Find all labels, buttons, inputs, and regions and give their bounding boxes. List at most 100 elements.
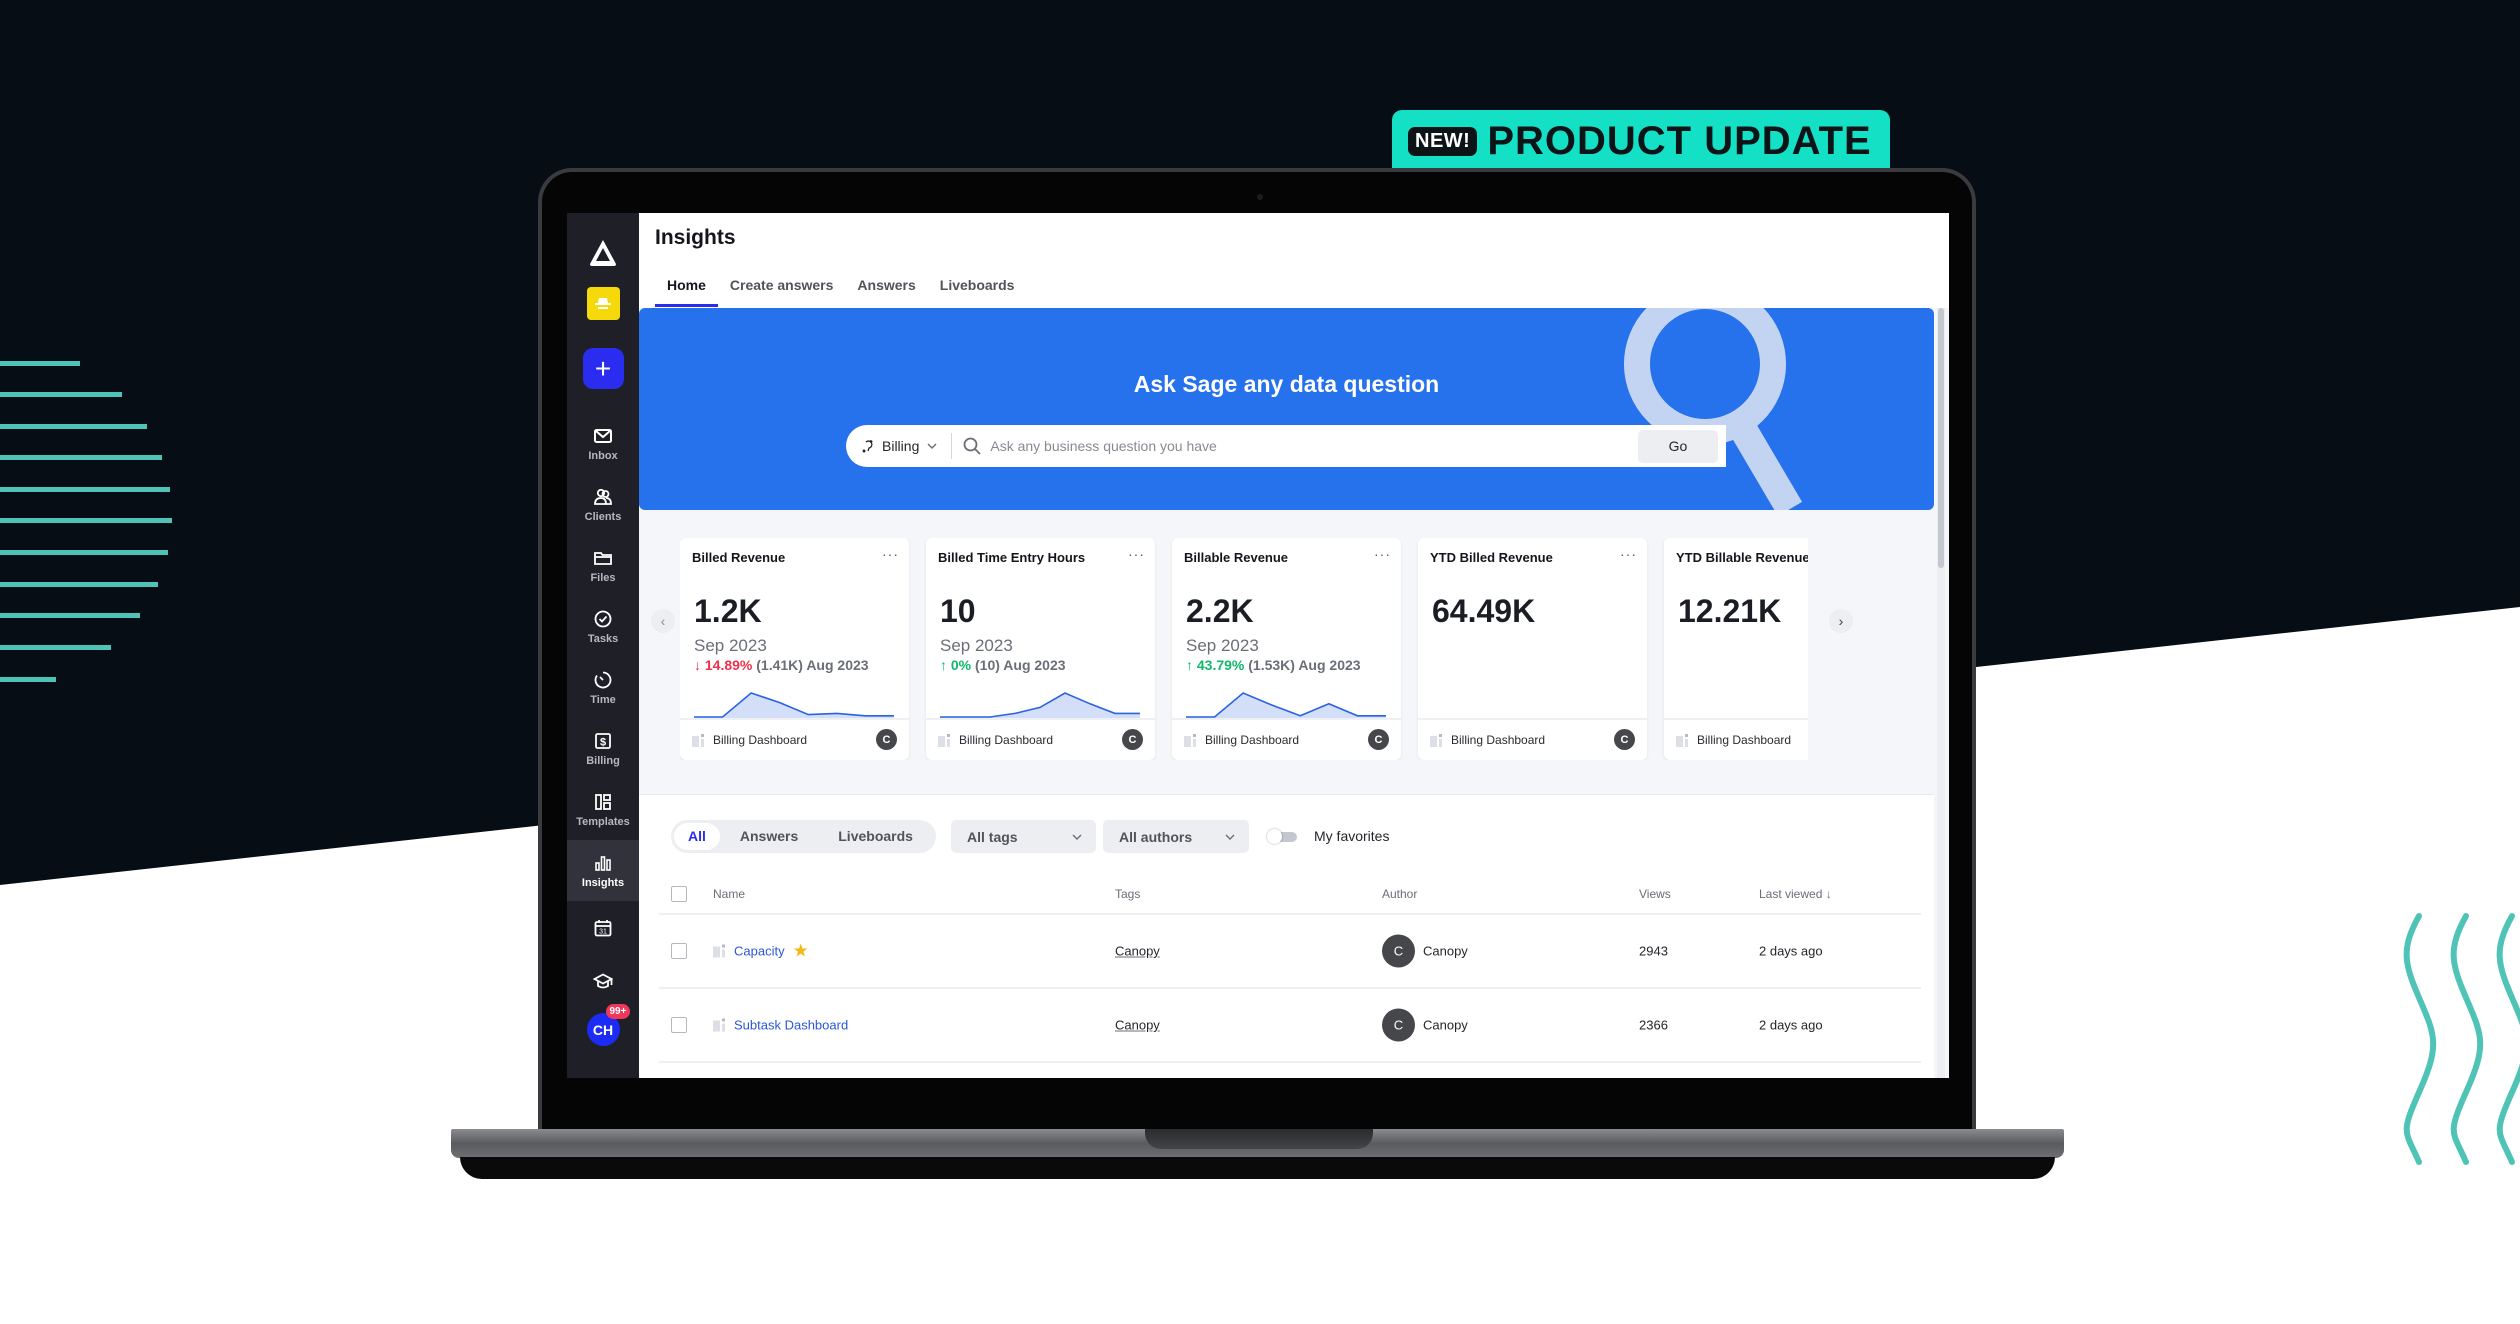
star-icon[interactable]: ★ xyxy=(793,941,809,962)
select-all-checkbox[interactable] xyxy=(671,886,687,902)
more-options-icon[interactable]: ··· xyxy=(1128,546,1145,562)
kpi-card[interactable]: Billed Revenue ··· 1.2K Sep 2023 ↓ 14.89% (1… xyxy=(680,538,909,760)
author-avatar: C xyxy=(876,729,897,750)
kpi-value: 1.2K xyxy=(694,593,762,629)
kpi-delta: 43.79% xyxy=(1196,657,1245,673)
kpi-footer[interactable]: Billing Dashboard C xyxy=(680,718,909,760)
more-options-icon[interactable]: ··· xyxy=(1620,546,1637,562)
kpi-comparison: ↑ 43.79% (1.53K) Aug 2023 xyxy=(1186,657,1361,673)
item-name-link[interactable]: Subtask Dashboard xyxy=(734,1018,848,1033)
sidebar-item-time[interactable]: Time xyxy=(567,657,639,718)
carousel-prev-button[interactable]: ‹ xyxy=(651,609,675,633)
column-last-viewed[interactable]: Last viewed ↓ xyxy=(1759,887,1832,901)
filter-answers[interactable]: Answers xyxy=(720,823,818,850)
bar-chart-icon xyxy=(595,855,611,871)
table-row[interactable]: Capacity ★ Canopy C Canopy 2943 2 days ag… xyxy=(659,915,1921,989)
sidebar-item-learning[interactable] xyxy=(567,954,639,1007)
sidebar-item-tasks[interactable]: Tasks xyxy=(567,596,639,657)
vertical-scrollbar[interactable] xyxy=(1937,308,1945,1078)
authors-dropdown[interactable]: All authors xyxy=(1103,820,1249,853)
filter-all[interactable]: All xyxy=(674,823,720,850)
column-tags[interactable]: Tags xyxy=(1115,887,1140,901)
sidebar-item-insights[interactable]: Insights xyxy=(567,840,639,901)
more-options-icon[interactable]: ··· xyxy=(882,546,899,562)
sidebar-item-calendar[interactable]: 31 xyxy=(567,901,639,954)
sage-question-input[interactable] xyxy=(990,438,1638,454)
kpi-footer[interactable]: Billing Dashboard C xyxy=(1418,718,1647,760)
content-list: All Answers Liveboards All tags All auth… xyxy=(639,794,1934,1078)
tab-create-answers[interactable]: Create answers xyxy=(718,275,846,307)
filter-liveboards[interactable]: Liveboards xyxy=(818,823,933,850)
liveboard-icon xyxy=(1676,733,1688,747)
author-avatar: C xyxy=(1382,934,1415,968)
column-author[interactable]: Author xyxy=(1382,887,1417,901)
column-name[interactable]: Name xyxy=(713,887,745,901)
sidebar-item-billing[interactable]: $ Billing xyxy=(567,718,639,779)
arrow-up-icon: ↑ xyxy=(1186,657,1193,673)
tab-answers[interactable]: Answers xyxy=(845,275,927,307)
favorites-toggle[interactable] xyxy=(1267,829,1297,844)
sidebar-item-label: Tasks xyxy=(587,632,619,645)
sidebar-item-label: Inbox xyxy=(588,449,618,462)
kpi-period: Sep 2023 xyxy=(1186,636,1259,655)
kpi-card[interactable]: Billed Time Entry Hours ··· 10 Sep 2023 ↑ 0%… xyxy=(926,538,1155,760)
search-icon xyxy=(963,437,981,455)
sidebar-item-clients[interactable]: Clients xyxy=(567,474,639,535)
kpi-compare: (10) Aug 2023 xyxy=(975,657,1066,673)
avatar-initials: CH xyxy=(592,1021,614,1038)
kpi-title: Billed Revenue xyxy=(692,550,786,565)
author-name: Canopy xyxy=(1423,943,1468,959)
tags-dropdown[interactable]: All tags xyxy=(951,820,1096,853)
user-avatar[interactable]: CH 99+ xyxy=(586,1004,631,1046)
kpi-value: 64.49K xyxy=(1432,593,1536,629)
kpi-footer[interactable]: Billing Dashboard C xyxy=(926,718,1155,760)
last-viewed: 2 days ago xyxy=(1759,943,1823,959)
row-checkbox[interactable] xyxy=(671,943,687,959)
hero-title: Ask Sage any data question xyxy=(1133,371,1440,397)
sparkline-chart xyxy=(940,692,1140,718)
column-views[interactable]: Views xyxy=(1639,887,1671,901)
row-checkbox[interactable] xyxy=(671,1017,687,1033)
kpi-value: 2.2K xyxy=(1186,593,1254,629)
tag-link[interactable]: Canopy xyxy=(1115,1018,1160,1033)
carousel-next-button[interactable]: › xyxy=(1829,609,1853,633)
notification-badge: 99+ xyxy=(605,1004,631,1019)
tab-liveboards[interactable]: Liveboards xyxy=(928,275,1027,307)
table-header: Name Tags Author Views Last viewed ↓ xyxy=(659,875,1921,915)
table-row[interactable]: Subtask Dashboard Canopy C Canopy 2366 2 … xyxy=(659,989,1921,1063)
sidebar-item-files[interactable]: Files xyxy=(567,535,639,596)
tab-home[interactable]: Home xyxy=(655,275,718,307)
sparkline-area xyxy=(940,693,1140,718)
kpi-comparison: ↓ 14.89% (1.41K) Aug 2023 xyxy=(694,657,869,673)
tag-link[interactable]: Canopy xyxy=(1115,944,1160,959)
item-name-link[interactable]: Capacity xyxy=(734,944,785,959)
kpi-delta: 14.89% xyxy=(704,657,753,673)
canopy-logo-icon[interactable] xyxy=(587,237,619,269)
go-button[interactable]: Go xyxy=(1638,429,1718,463)
more-options-icon[interactable]: ··· xyxy=(1374,546,1391,562)
svg-text:31: 31 xyxy=(599,928,607,935)
sidebar-item-label: Insights xyxy=(581,876,625,889)
sidebar-item-templates[interactable]: Templates xyxy=(567,779,639,840)
add-button[interactable]: + xyxy=(582,348,624,389)
data-source-select[interactable]: Billing xyxy=(846,433,953,459)
incognito-button[interactable] xyxy=(586,287,620,320)
mail-icon xyxy=(594,428,612,443)
sparkle-bulb-icon xyxy=(862,440,873,453)
check-circle-icon xyxy=(594,610,612,627)
sage-search-bar: Billing Go xyxy=(846,425,1726,467)
liveboard-icon xyxy=(1430,733,1442,747)
author-avatar: C xyxy=(1368,729,1389,750)
kpi-carousel: Billed Revenue ··· 1.2K Sep 2023 ↓ 14.89% (1… xyxy=(680,538,1808,760)
kpi-footer[interactable]: Billing Dashboard xyxy=(1664,718,1808,760)
scrollbar-thumb[interactable] xyxy=(1938,308,1944,568)
last-viewed: 2 days ago xyxy=(1759,1017,1823,1033)
kpi-card[interactable]: YTD Billed Revenue ··· 64.49K Billing Dash… xyxy=(1418,538,1647,760)
chevron-down-icon xyxy=(1225,834,1235,840)
tags-dropdown-label: All tags xyxy=(967,828,1018,845)
kpi-card[interactable]: YTD Billable Revenue 12.21K Billing Dashb… xyxy=(1664,538,1808,760)
kpi-card[interactable]: Billable Revenue ··· 2.2K Sep 2023 ↑ 43.79% … xyxy=(1172,538,1401,760)
kpi-footer[interactable]: Billing Dashboard C xyxy=(1172,718,1401,760)
sidebar-item-inbox[interactable]: Inbox xyxy=(567,413,639,474)
sparkline-area xyxy=(1186,693,1386,718)
